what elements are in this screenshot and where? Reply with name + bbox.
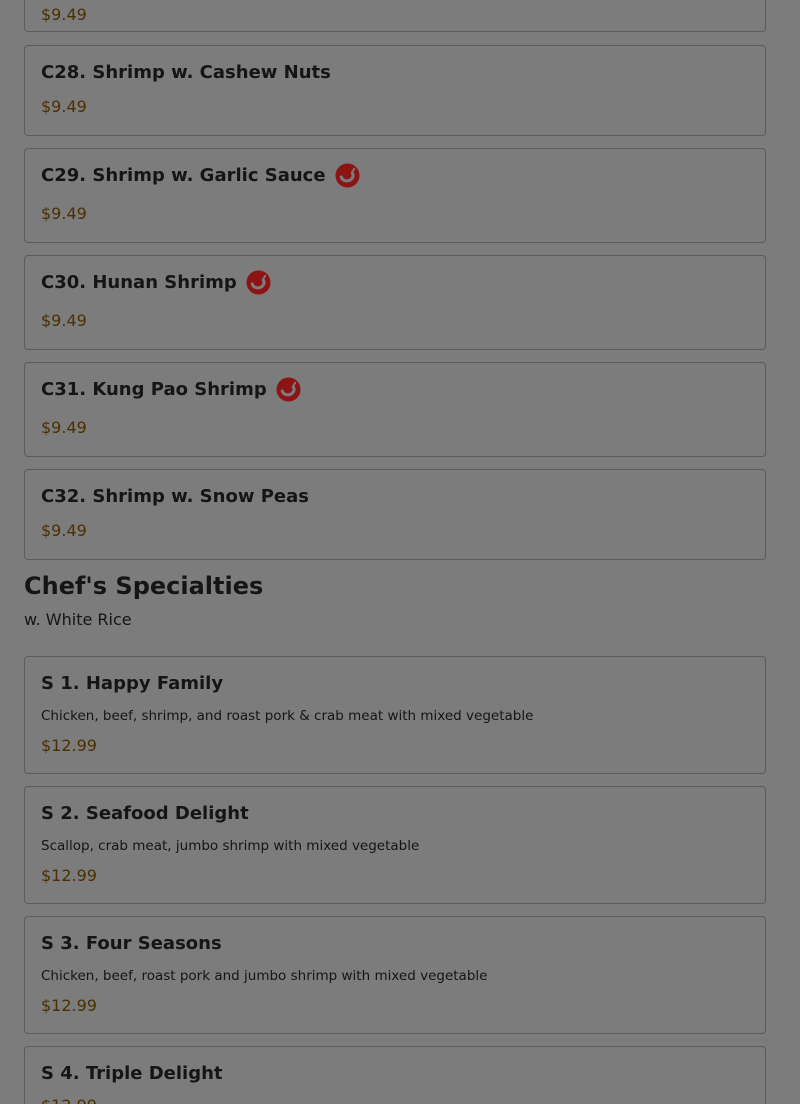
item-name: S 4. Triple Delight (41, 1063, 223, 1084)
item-name: C32. Shrimp w. Snow Peas (41, 486, 309, 507)
item-price: $12.99 (41, 736, 97, 755)
item-name: S 2. Seafood Delight (41, 803, 249, 824)
item-name: C29. Shrimp w. Garlic Sauce (41, 163, 360, 188)
item-name-text: C29. Shrimp w. Garlic Sauce (41, 165, 326, 186)
menu-item-card[interactable]: S 3. Four Seasons Chicken, beef, roast p… (24, 916, 766, 1034)
item-name-text: S 4. Triple Delight (41, 1063, 223, 1084)
section-title: Chef's Specialties (24, 572, 264, 600)
item-name-text: C28. Shrimp w. Cashew Nuts (41, 62, 331, 83)
item-price: $9.49 (41, 97, 87, 116)
item-name: C30. Hunan Shrimp (41, 270, 271, 295)
spicy-pepper-icon (335, 163, 360, 188)
item-price: $9.49 (41, 418, 87, 437)
item-name: C28. Shrimp w. Cashew Nuts (41, 62, 331, 83)
item-name: C31. Kung Pao Shrimp (41, 377, 301, 402)
item-price: $9.49 (41, 521, 87, 540)
menu-item-card[interactable]: S 4. Triple Delight $12.99 (24, 1046, 766, 1104)
item-name-text: C31. Kung Pao Shrimp (41, 379, 267, 400)
item-price: $12.99 (41, 1096, 97, 1104)
item-name: S 1. Happy Family (41, 673, 223, 694)
menu-page: $9.49 C28. Shrimp w. Cashew Nuts $9.49 C… (0, 0, 800, 1104)
section-subtitle: w. White Rice (24, 610, 132, 629)
item-description: Chicken, beef, roast pork and jumbo shri… (41, 968, 488, 984)
item-name-text: C30. Hunan Shrimp (41, 272, 237, 293)
spicy-pepper-icon (246, 270, 271, 295)
item-description: Chicken, beef, shrimp, and roast pork & … (41, 708, 534, 724)
item-name-text: S 2. Seafood Delight (41, 803, 249, 824)
item-name-text: S 3. Four Seasons (41, 933, 222, 954)
item-price: $9.49 (41, 5, 87, 24)
spicy-pepper-icon (276, 377, 301, 402)
menu-item-card[interactable]: C28. Shrimp w. Cashew Nuts $9.49 (24, 45, 766, 136)
item-price: $12.99 (41, 996, 97, 1015)
menu-item-card[interactable]: S 2. Seafood Delight Scallop, crab meat,… (24, 786, 766, 904)
menu-item-card[interactable]: C30. Hunan Shrimp $9.49 (24, 255, 766, 350)
item-price: $12.99 (41, 866, 97, 885)
menu-item-card[interactable]: S 1. Happy Family Chicken, beef, shrimp,… (24, 656, 766, 774)
item-price: $9.49 (41, 204, 87, 223)
item-price: $9.49 (41, 311, 87, 330)
menu-item-card[interactable]: C29. Shrimp w. Garlic Sauce $9.49 (24, 148, 766, 243)
item-name-text: S 1. Happy Family (41, 673, 224, 694)
menu-item-card[interactable]: C31. Kung Pao Shrimp $9.49 (24, 362, 766, 457)
menu-item-card[interactable]: $9.49 (24, 0, 766, 32)
item-name: S 3. Four Seasons (41, 933, 222, 954)
item-name-text: C32. Shrimp w. Snow Peas (41, 486, 309, 507)
menu-item-card[interactable]: C32. Shrimp w. Snow Peas $9.49 (24, 469, 766, 560)
item-description: Scallop, crab meat, jumbo shrimp with mi… (41, 838, 420, 854)
